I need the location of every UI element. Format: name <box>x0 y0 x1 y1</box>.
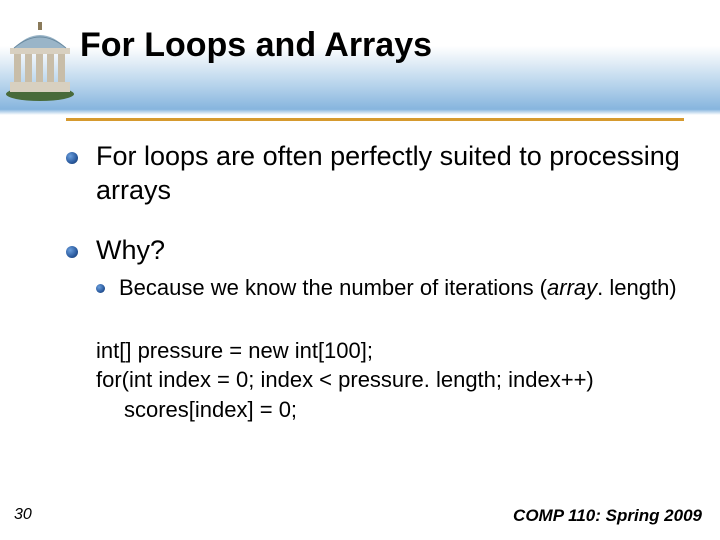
code-line-3: scores[index] = 0; <box>96 395 686 425</box>
page-number: 30 <box>14 506 32 524</box>
code-line-1: int[] pressure = new int[100]; <box>96 336 686 366</box>
sub-text-italic: array <box>547 275 597 300</box>
sub-bullet-item: Because we know the number of iterations… <box>96 275 686 301</box>
bullet-icon <box>96 284 105 293</box>
slide-title: For Loops and Arrays <box>80 26 432 65</box>
sub-bullet-block: Because we know the number of iterations… <box>96 275 686 301</box>
code-line-2: for(int index = 0; index < pressure. len… <box>96 365 686 395</box>
bullet-item-1: For loops are often perfectly suited to … <box>66 140 686 208</box>
bullet-text: Why? <box>96 234 165 268</box>
slide-content: For loops are often perfectly suited to … <box>66 140 686 425</box>
code-block: int[] pressure = new int[100]; for(int i… <box>96 336 686 425</box>
unc-dome-logo <box>4 20 76 102</box>
sub-bullet-text: Because we know the number of iterations… <box>119 275 677 301</box>
bullet-icon <box>66 152 78 164</box>
bullet-text: For loops are often perfectly suited to … <box>96 140 686 208</box>
title-underline <box>66 118 684 121</box>
sub-text-prefix: Because we know the number of iterations… <box>119 275 547 300</box>
footer-course: COMP 110: Spring 2009 <box>513 506 702 526</box>
bullet-item-2: Why? <box>66 234 686 268</box>
sub-text-suffix: . length) <box>597 275 677 300</box>
bullet-icon <box>66 246 78 258</box>
